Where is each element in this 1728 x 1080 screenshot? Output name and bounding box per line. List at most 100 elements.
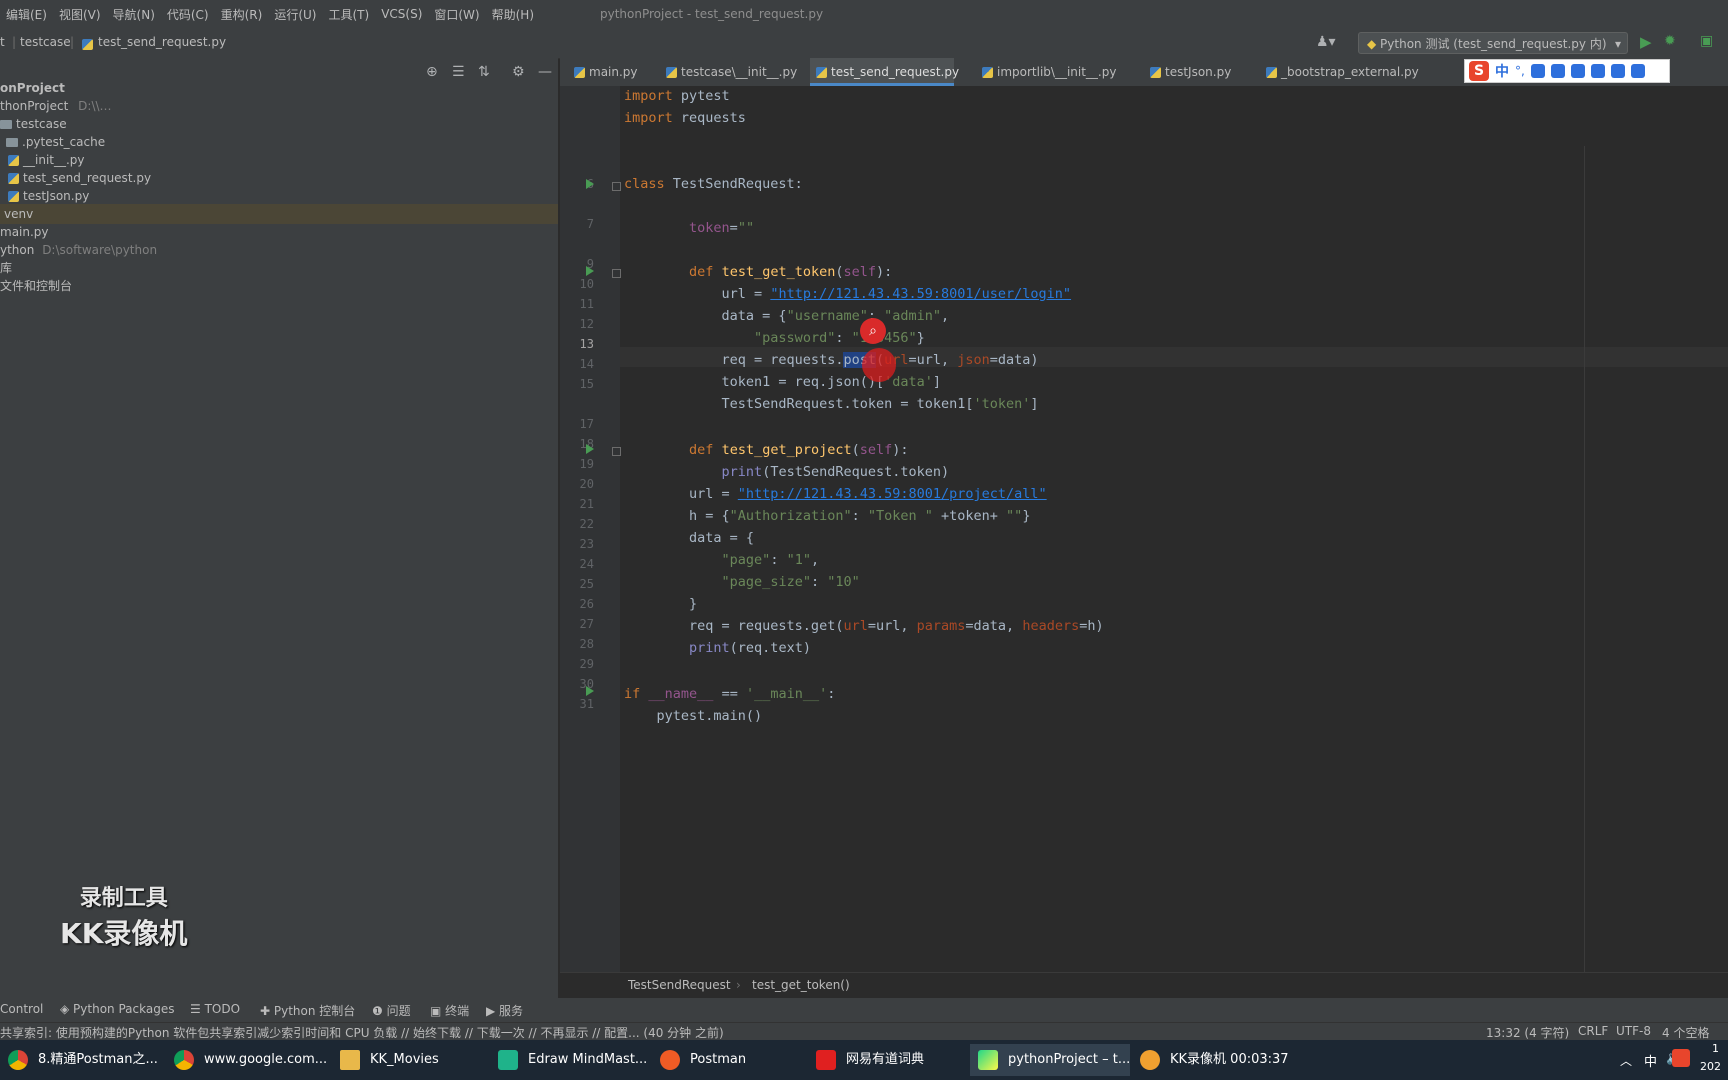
run-test-icon[interactable] bbox=[586, 266, 594, 276]
line-number: 13 bbox=[579, 337, 594, 351]
tree-item-main[interactable]: main.py bbox=[0, 222, 49, 242]
menu-tools[interactable]: 工具(T) bbox=[322, 6, 375, 23]
taskbar-edraw-mindmaster[interactable]: Edraw MindMast... bbox=[490, 1044, 650, 1076]
breadcrumb-file[interactable]: test_send_request.py bbox=[98, 35, 226, 49]
clock-time[interactable]: 1 bbox=[1712, 1042, 1719, 1055]
microphone-icon[interactable] bbox=[1550, 64, 1565, 78]
ime-punctuation[interactable]: °, bbox=[1515, 64, 1525, 78]
project-root-label[interactable]: onProject bbox=[0, 78, 65, 98]
expand-all-icon[interactable]: ☰ bbox=[452, 64, 465, 80]
menu-window[interactable]: 窗口(W) bbox=[428, 6, 485, 23]
line-number: 29 bbox=[579, 657, 594, 671]
fold-icon[interactable] bbox=[612, 447, 621, 456]
tab-main[interactable]: main.py bbox=[568, 58, 664, 86]
tab-testcase-init[interactable]: testcase\__init__.py bbox=[660, 58, 806, 86]
menu-vcs[interactable]: VCS(S) bbox=[375, 7, 428, 21]
task-label: KK_Movies bbox=[370, 1052, 439, 1067]
menu-view[interactable]: 视图(V) bbox=[53, 6, 107, 23]
tool-problems[interactable]: ❶ 问题 bbox=[372, 1002, 411, 1019]
debug-icon[interactable]: ✹ bbox=[1664, 33, 1676, 49]
indent-setting[interactable]: 4 个空格 bbox=[1662, 1024, 1709, 1041]
menu-run[interactable]: 运行(U) bbox=[268, 6, 322, 23]
menu-edit[interactable]: 编辑(E) bbox=[0, 6, 53, 23]
breadcrumb-method[interactable]: test_get_token() bbox=[752, 978, 850, 992]
user-icon[interactable]: ♟▾ bbox=[1316, 34, 1336, 50]
tool-label: TODO bbox=[204, 1002, 241, 1016]
tree-item-project[interactable]: thonProject D:\\… bbox=[0, 96, 112, 116]
menu-help[interactable]: 帮助(H) bbox=[486, 6, 540, 23]
taskbar-chrome-google[interactable]: www.google.com... bbox=[166, 1044, 327, 1076]
breadcrumb-project[interactable]: t bbox=[0, 35, 5, 49]
tool-services[interactable]: ▶ 服务 bbox=[486, 1002, 523, 1019]
ime-language[interactable]: 中 bbox=[1495, 61, 1509, 81]
watermark-line2: KK录像机 bbox=[60, 917, 188, 950]
status-message[interactable]: 共享索引: 使用预构建的Python 软件包共享索引减少索引时间和 CPU 负载… bbox=[0, 1024, 724, 1041]
run-icon[interactable]: ▶ bbox=[1640, 33, 1652, 51]
tree-item-init[interactable]: __init__.py bbox=[8, 150, 85, 170]
tab-bootstrap-external[interactable]: _bootstrap_external.py bbox=[1260, 58, 1436, 86]
folder-icon bbox=[0, 120, 12, 129]
collapse-all-icon[interactable]: ⇅ bbox=[478, 64, 490, 80]
taskbar-chrome-postman-course[interactable]: 8.精通Postman之... bbox=[0, 1044, 160, 1076]
taskbar-pycharm[interactable]: pythonProject – t... bbox=[970, 1044, 1130, 1076]
locate-icon[interactable]: ⊕ bbox=[426, 64, 438, 80]
fold-icon[interactable] bbox=[612, 269, 621, 278]
tree-item-libraries[interactable]: 库 bbox=[0, 258, 12, 278]
tab-testjson[interactable]: testJson.py bbox=[1144, 58, 1256, 86]
taskbar-youdao-dictionary[interactable]: 网易有道词典 bbox=[808, 1044, 968, 1076]
keyboard-icon[interactable] bbox=[1570, 64, 1585, 78]
tree-item-test-send-request[interactable]: test_send_request.py bbox=[8, 168, 151, 188]
tool-todo[interactable]: ☰ TODO bbox=[190, 1002, 240, 1016]
line-number: 22 bbox=[579, 517, 594, 531]
tool-label: 服务 bbox=[499, 1004, 524, 1018]
code-editor[interactable] bbox=[620, 86, 1728, 972]
line-separator[interactable]: CRLF bbox=[1578, 1024, 1608, 1038]
run-main-icon[interactable] bbox=[586, 686, 594, 696]
tool-terminal[interactable]: ▣ 终端 bbox=[430, 1002, 469, 1019]
tool-python-console[interactable]: ✚ Python 控制台 bbox=[260, 1002, 355, 1019]
python-file-icon bbox=[82, 37, 97, 51]
clock-date[interactable]: 202 bbox=[1700, 1060, 1721, 1073]
tray-language[interactable]: 中 bbox=[1644, 1051, 1657, 1070]
tree-item-external-libraries[interactable]: ython D:\software\python bbox=[0, 240, 157, 260]
breadcrumb-folder[interactable]: testcase bbox=[20, 35, 71, 49]
caret-position[interactable]: 13:32 (4 字符) bbox=[1486, 1024, 1569, 1041]
menu-code[interactable]: 代码(C) bbox=[161, 6, 215, 23]
run-configuration-select[interactable]: ◆ Python 测试 (test_send_request.py 内) ▾ bbox=[1358, 32, 1628, 54]
skin-icon[interactable] bbox=[1610, 64, 1625, 78]
coverage-icon[interactable]: ▣ bbox=[1700, 33, 1713, 49]
tree-item-path: D:\software\python bbox=[42, 243, 158, 257]
toolbox-icon[interactable] bbox=[1590, 64, 1605, 78]
sogou-tray-icon[interactable] bbox=[1672, 1049, 1690, 1067]
fold-icon[interactable] bbox=[612, 182, 621, 191]
sogou-logo-icon[interactable]: S bbox=[1469, 61, 1489, 81]
taskbar-kk-movies[interactable]: KK_Movies bbox=[332, 1044, 492, 1076]
tree-item-label: main.py bbox=[0, 225, 49, 239]
tree-item-venv[interactable]: venv bbox=[0, 204, 558, 224]
gear-icon[interactable]: ⚙ bbox=[512, 64, 525, 80]
tree-item-scratches[interactable]: 文件和控制台 bbox=[0, 276, 72, 296]
menu-navigate[interactable]: 导航(N) bbox=[107, 6, 161, 23]
console-icon: ✚ bbox=[260, 1004, 274, 1018]
tree-item-testjson[interactable]: testJson.py bbox=[8, 186, 89, 206]
taskbar-postman[interactable]: Postman bbox=[652, 1044, 802, 1076]
tool-version-control[interactable]: Control bbox=[0, 1002, 43, 1016]
breadcrumb-class[interactable]: TestSendRequest bbox=[628, 978, 731, 992]
menu-grid-icon[interactable] bbox=[1630, 64, 1645, 78]
hide-panel-icon[interactable]: — bbox=[538, 64, 552, 80]
tool-label: 问题 bbox=[386, 1004, 411, 1018]
tree-item-testcase[interactable]: testcase bbox=[0, 114, 67, 134]
tree-item-pytest-cache[interactable]: .pytest_cache bbox=[6, 132, 105, 152]
taskbar-kk-recorder[interactable]: KK录像机 00:03:37 bbox=[1132, 1044, 1302, 1076]
line-number: 31 bbox=[579, 697, 594, 711]
emoji-icon[interactable] bbox=[1530, 64, 1545, 78]
run-class-icon[interactable] bbox=[586, 179, 594, 189]
tray-expand-icon[interactable]: ︿ bbox=[1620, 1052, 1632, 1069]
tab-importlib-init[interactable]: importlib\__init__.py bbox=[976, 58, 1126, 86]
tool-python-packages[interactable]: ◈ Python Packages bbox=[60, 1002, 174, 1016]
menu-refactor[interactable]: 重构(R) bbox=[215, 6, 269, 23]
file-encoding[interactable]: UTF-8 bbox=[1616, 1024, 1651, 1038]
line-number: 11 bbox=[579, 297, 594, 311]
tab-test-send-request[interactable]: test_send_request.py bbox=[810, 58, 959, 86]
run-test-icon[interactable] bbox=[586, 444, 594, 454]
